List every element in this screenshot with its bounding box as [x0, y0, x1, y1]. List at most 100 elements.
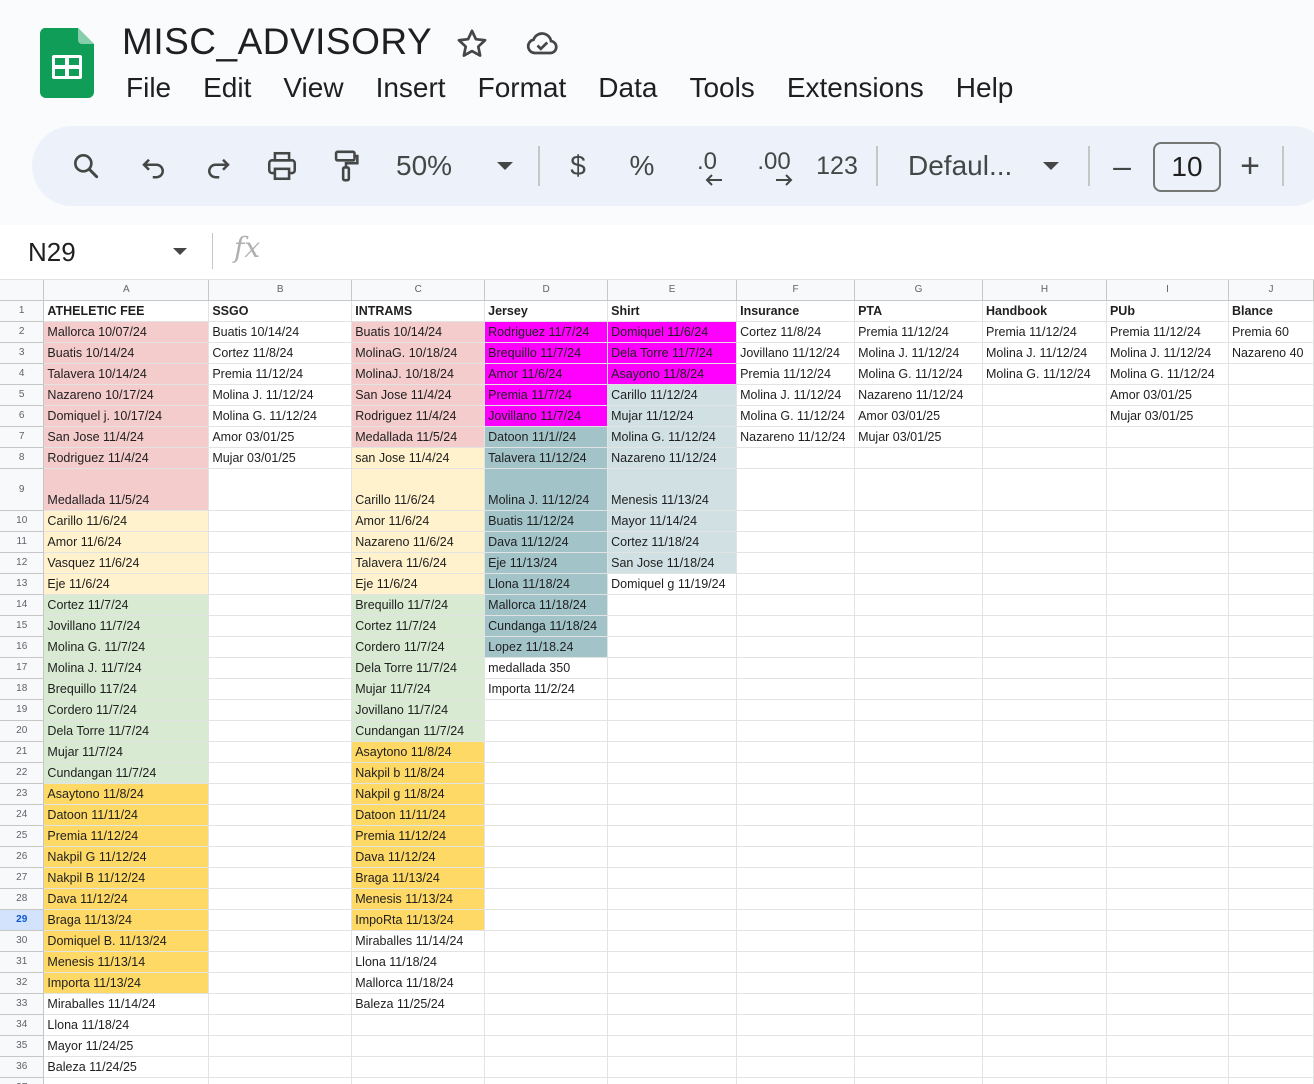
menu-tools[interactable]: Tools	[673, 68, 770, 108]
cell-h12[interactable]	[982, 552, 1107, 574]
cell-f17[interactable]	[736, 657, 856, 679]
cell-d10[interactable]: Buatis 11/12/24	[484, 510, 609, 532]
cell-d12[interactable]: Eje 11/13/24	[484, 552, 609, 574]
cell-a14[interactable]: Cortez 11/7/24	[43, 594, 210, 616]
cell-e23[interactable]	[607, 783, 738, 805]
cell-e4[interactable]: Asayono 11/8/24	[607, 363, 738, 385]
cell-c32[interactable]: Mallorca 11/18/24	[351, 972, 486, 994]
cell-h9[interactable]	[982, 468, 1107, 511]
cell-i11[interactable]	[1106, 531, 1229, 553]
menu-view[interactable]: View	[267, 68, 359, 108]
cell-j9[interactable]	[1228, 468, 1314, 511]
cell-a4[interactable]: Talavera 10/14/24	[43, 363, 210, 385]
row-header[interactable]: 27	[0, 867, 45, 889]
cell-g3[interactable]: Molina J. 11/12/24	[854, 342, 984, 364]
cell-j1[interactable]: Blance	[1228, 300, 1314, 322]
cell-g2[interactable]: Premia 11/12/24	[854, 321, 984, 343]
cell-c12[interactable]: Talavera 11/6/24	[351, 552, 486, 574]
cell-c20[interactable]: Cundangan 11/7/24	[351, 720, 486, 742]
cell-f35[interactable]	[736, 1035, 856, 1057]
cell-c33[interactable]: Baleza 11/25/24	[351, 993, 486, 1015]
cell-e33[interactable]	[607, 993, 738, 1015]
cell-j5[interactable]	[1228, 384, 1314, 406]
row-header[interactable]: 23	[0, 783, 45, 805]
cell-h20[interactable]	[982, 720, 1107, 742]
cell-c34[interactable]	[351, 1014, 486, 1036]
cell-i31[interactable]	[1106, 951, 1229, 973]
cell-d20[interactable]	[484, 720, 609, 742]
sheets-logo-icon[interactable]	[40, 28, 94, 98]
cell-j36[interactable]	[1228, 1056, 1314, 1078]
cell-c35[interactable]	[351, 1035, 486, 1057]
cell-d23[interactable]	[484, 783, 609, 805]
cell-j31[interactable]	[1228, 951, 1314, 973]
cell-g16[interactable]	[854, 636, 984, 658]
cell-h8[interactable]	[982, 447, 1107, 469]
cell-f19[interactable]	[736, 699, 856, 721]
column-header-i[interactable]: I	[1106, 280, 1229, 301]
cell-f21[interactable]	[736, 741, 856, 763]
cell-b14[interactable]	[208, 594, 353, 616]
cell-b36[interactable]	[208, 1056, 353, 1078]
column-header-b[interactable]: B	[208, 280, 353, 301]
cell-b13[interactable]	[208, 573, 353, 595]
cell-g17[interactable]	[854, 657, 984, 679]
menu-edit[interactable]: Edit	[187, 68, 267, 108]
cell-e22[interactable]	[607, 762, 738, 784]
row-header[interactable]: 37	[0, 1077, 45, 1084]
cell-i24[interactable]	[1106, 804, 1229, 826]
cell-g14[interactable]	[854, 594, 984, 616]
cell-i17[interactable]	[1106, 657, 1229, 679]
cell-f36[interactable]	[736, 1056, 856, 1078]
cell-i25[interactable]	[1106, 825, 1229, 847]
row-header[interactable]: 35	[0, 1035, 45, 1057]
cell-g9[interactable]	[854, 468, 984, 511]
cell-d11[interactable]: Dava 11/12/24	[484, 531, 609, 553]
cell-d2[interactable]: Rodriguez 11/7/24	[484, 321, 609, 343]
cell-f10[interactable]	[736, 510, 856, 532]
cell-j34[interactable]	[1228, 1014, 1314, 1036]
cell-g28[interactable]	[854, 888, 984, 910]
cell-g11[interactable]	[854, 531, 984, 553]
redo-button[interactable]	[196, 126, 240, 206]
cell-i16[interactable]	[1106, 636, 1229, 658]
cell-a19[interactable]: Cordero 11/7/24	[43, 699, 210, 721]
cell-f4[interactable]: Premia 11/12/24	[736, 363, 856, 385]
cell-d9[interactable]: Molina J. 11/12/24	[484, 468, 609, 511]
row-header[interactable]: 36	[0, 1056, 45, 1078]
cell-j35[interactable]	[1228, 1035, 1314, 1057]
cell-g34[interactable]	[854, 1014, 984, 1036]
cell-g21[interactable]	[854, 741, 984, 763]
cell-h16[interactable]	[982, 636, 1107, 658]
cell-i35[interactable]	[1106, 1035, 1229, 1057]
cell-f15[interactable]	[736, 615, 856, 637]
cell-a13[interactable]: Eje 11/6/24	[43, 573, 210, 595]
cell-i23[interactable]	[1106, 783, 1229, 805]
cell-i27[interactable]	[1106, 867, 1229, 889]
cell-f37[interactable]	[736, 1077, 856, 1084]
cell-h11[interactable]	[982, 531, 1107, 553]
cell-h32[interactable]	[982, 972, 1107, 994]
cell-e14[interactable]	[607, 594, 738, 616]
cell-d6[interactable]: Jovillano 11/7/24	[484, 405, 609, 427]
cell-j28[interactable]	[1228, 888, 1314, 910]
cell-e26[interactable]	[607, 846, 738, 868]
cell-j33[interactable]	[1228, 993, 1314, 1015]
cell-g30[interactable]	[854, 930, 984, 952]
cell-f2[interactable]: Cortez 11/8/24	[736, 321, 856, 343]
more-formats-button[interactable]: 123	[812, 126, 862, 206]
cell-c2[interactable]: Buatis 10/14/24	[351, 321, 486, 343]
cell-a28[interactable]: Dava 11/12/24	[43, 888, 210, 910]
cell-e29[interactable]	[607, 909, 738, 931]
cell-d17[interactable]: medallada 350	[484, 657, 609, 679]
row-header[interactable]: 19	[0, 699, 45, 721]
select-all-corner[interactable]	[0, 280, 45, 301]
cell-h30[interactable]	[982, 930, 1107, 952]
cell-j26[interactable]	[1228, 846, 1314, 868]
cell-g27[interactable]	[854, 867, 984, 889]
cell-e21[interactable]	[607, 741, 738, 763]
cell-d21[interactable]	[484, 741, 609, 763]
font-size-input[interactable]: 10	[1153, 142, 1221, 192]
cell-j24[interactable]	[1228, 804, 1314, 826]
cell-i4[interactable]: Molina G. 11/12/24	[1106, 363, 1229, 385]
